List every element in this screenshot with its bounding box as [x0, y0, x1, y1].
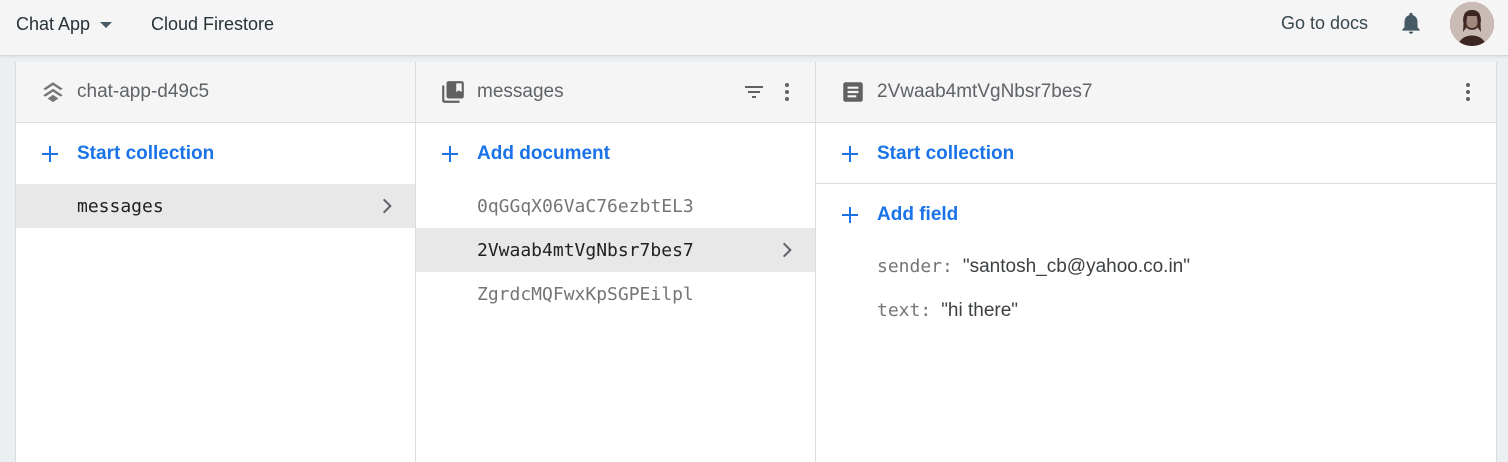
filter-icon[interactable]	[741, 80, 767, 104]
start-subcollection-button[interactable]: Start collection	[816, 123, 1496, 184]
top-bar: Chat App Cloud Firestore Go to docs	[0, 0, 1508, 56]
chevron-right-icon	[382, 198, 392, 214]
root-panel-title: chat-app-d49c5	[77, 81, 210, 102]
start-collection-button[interactable]: Start collection	[16, 123, 415, 184]
document-list-item[interactable]: ZgrdcMQFwxKpSGPEilpl	[416, 272, 815, 316]
go-to-docs-link[interactable]: Go to docs	[1281, 0, 1368, 46]
chevron-right-icon	[782, 242, 792, 258]
list-item-messages[interactable]: messages	[16, 184, 415, 228]
field-value: "santosh_cb@yahoo.co.in"	[962, 256, 1190, 277]
field-key: sender:	[877, 256, 953, 277]
root-panel-header: chat-app-d49c5	[16, 62, 415, 123]
add-field-label: Add field	[877, 203, 959, 225]
document-list-item[interactable]: 2Vwaab4mtVgNbsr7bes7	[416, 228, 815, 272]
root-panel: chat-app-d49c5 Start collection messages	[15, 62, 415, 462]
document-list-item[interactable]: 0qGGqX06VaC76ezbtEL3	[416, 184, 815, 228]
product-title: Cloud Firestore	[151, 13, 275, 34]
plus-icon	[42, 146, 58, 162]
document-panel-title: 2Vwaab4mtVgNbsr7bes7	[877, 81, 1093, 102]
project-name: Chat App	[16, 13, 91, 34]
document-id: 0qGGqX06VaC76ezbtEL3	[477, 195, 694, 217]
add-field-button[interactable]: Add field	[816, 184, 1496, 245]
notifications-bell-icon[interactable]	[1398, 10, 1424, 36]
collection-icon	[442, 81, 464, 103]
document-panel-header: 2Vwaab4mtVgNbsr7bes7	[816, 62, 1496, 123]
add-document-button[interactable]: Add document	[416, 123, 815, 184]
collection-panel: messages Add document 0qGGqX06VaC76ezbtE…	[415, 62, 815, 462]
more-options-icon[interactable]	[775, 79, 799, 105]
field-row-text[interactable]: text: "hi there"	[877, 300, 1018, 322]
plus-icon	[842, 207, 858, 223]
user-avatar[interactable]	[1450, 2, 1494, 46]
start-collection-label: Start collection	[77, 142, 215, 164]
document-id: 2Vwaab4mtVgNbsr7bes7	[477, 239, 694, 261]
plus-icon	[842, 146, 858, 162]
dropdown-caret-icon	[100, 22, 113, 28]
more-options-icon[interactable]	[1456, 79, 1480, 105]
document-icon	[843, 82, 863, 102]
project-selector[interactable]: Chat App	[16, 0, 113, 48]
database-layers-icon	[43, 82, 63, 103]
start-collection-label: Start collection	[877, 142, 1015, 164]
document-panel: 2Vwaab4mtVgNbsr7bes7 Start collection Ad…	[815, 62, 1497, 462]
add-document-label: Add document	[477, 142, 610, 164]
field-key: text:	[877, 300, 932, 321]
plus-icon	[442, 146, 458, 162]
document-id: ZgrdcMQFwxKpSGPEilpl	[477, 283, 694, 305]
field-row-sender[interactable]: sender: "santosh_cb@yahoo.co.in"	[877, 256, 1190, 278]
collection-name: messages	[77, 195, 164, 217]
collection-panel-title: messages	[477, 81, 564, 102]
field-value: "hi there"	[941, 300, 1019, 321]
collection-panel-header: messages	[416, 62, 815, 123]
